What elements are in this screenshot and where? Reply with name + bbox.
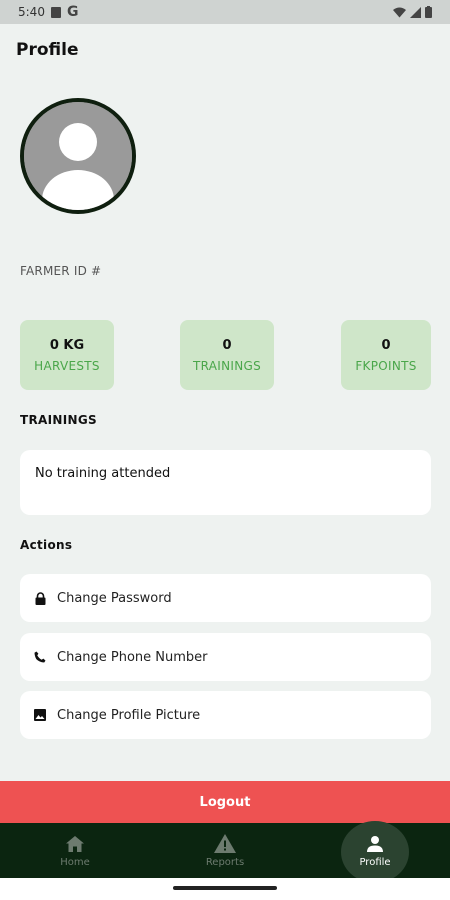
battery-icon <box>425 6 432 18</box>
trainings-heading: TRAININGS <box>20 413 97 427</box>
nav-label-reports: Reports <box>205 856 245 868</box>
nav-label-home: Home <box>60 856 90 868</box>
farmer-id-label: FARMER ID # <box>20 264 102 278</box>
bottom-navigation: Home Reports Profile <box>0 821 450 883</box>
actions-heading: Actions <box>20 538 73 552</box>
change-password-label: Change Password <box>57 590 172 606</box>
stat-value: 0 <box>222 337 232 353</box>
stat-harvests: 0 KG HARVESTS <box>20 320 114 390</box>
phone-icon <box>33 650 47 664</box>
avatar[interactable] <box>20 98 136 214</box>
logout-button[interactable]: Logout <box>0 781 450 823</box>
google-g-icon: G <box>66 4 79 20</box>
stat-label: TRAININGS <box>192 358 262 373</box>
change-profile-picture-label: Change Profile Picture <box>57 707 201 723</box>
logout-label: Logout <box>199 794 251 810</box>
image-icon <box>33 708 47 722</box>
home-icon <box>64 834 86 854</box>
stat-fkpoints: 0 FKPOINTS <box>341 320 431 390</box>
stat-value: 0 KG <box>49 337 85 353</box>
stat-value: 0 <box>381 337 391 353</box>
nav-item-profile[interactable]: Profile <box>300 821 450 883</box>
wifi-icon <box>393 7 406 17</box>
nav-item-home[interactable]: Home <box>0 823 150 878</box>
change-phone-number-label: Change Phone Number <box>57 649 208 665</box>
training-list-card: No training attended <box>20 450 431 515</box>
person-icon <box>364 834 386 854</box>
stat-label: HARVESTS <box>34 358 100 373</box>
page-title: Profile <box>16 40 79 60</box>
status-bar: 5:40 G <box>0 0 450 24</box>
change-profile-picture-button[interactable]: Change Profile Picture <box>20 691 431 739</box>
stat-trainings: 0 TRAININGS <box>180 320 274 390</box>
nav-item-reports[interactable]: Reports <box>150 823 300 878</box>
person-placeholder-icon <box>24 102 132 210</box>
status-time: 5:40 <box>18 5 45 19</box>
training-empty-text: No training attended <box>35 466 171 481</box>
stat-label: FKPOINTS <box>355 358 417 373</box>
home-gesture-handle[interactable] <box>173 886 277 890</box>
lock-icon <box>33 591 47 605</box>
sim-card-icon <box>50 6 61 18</box>
change-password-button[interactable]: Change Password <box>20 574 431 622</box>
warning-icon <box>214 834 236 854</box>
signal-icon <box>410 6 421 18</box>
change-phone-number-button[interactable]: Change Phone Number <box>20 633 431 681</box>
nav-label-profile: Profile <box>359 856 391 868</box>
system-gesture-bar <box>0 878 450 900</box>
